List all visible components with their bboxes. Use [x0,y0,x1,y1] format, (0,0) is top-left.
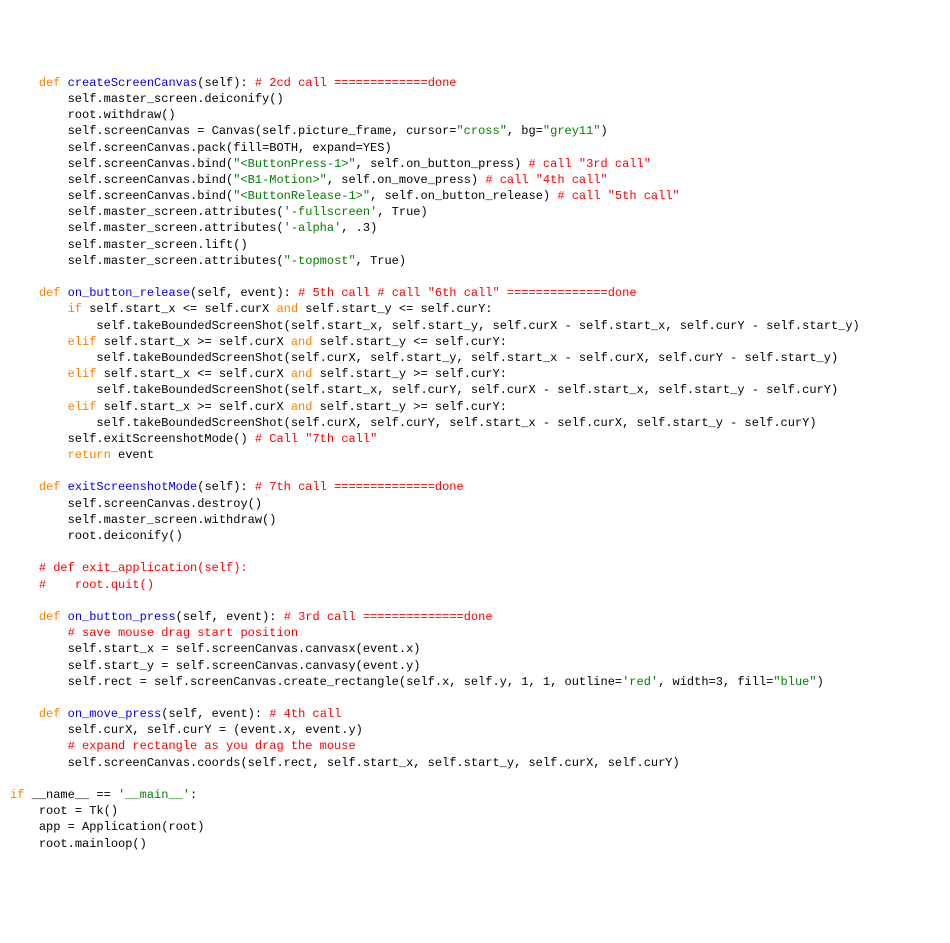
func-name: createScreenCanvas [68,76,198,90]
line: self.screenCanvas.bind("<ButtonRelease-1… [10,189,680,203]
code-block: def createScreenCanvas(self): # 2cd call… [10,75,940,852]
line: self.master_screen.attributes('-alpha', … [10,221,377,235]
blank-line [10,464,17,478]
line: self.takeBoundedScreenShot(self.start_x,… [10,319,860,333]
blank-line [10,594,17,608]
blank-line [10,772,17,786]
line: elif self.start_x <= self.curX and self.… [10,367,507,381]
line: def on_move_press(self, event): # 4th ca… [10,707,341,721]
line: self.rect = self.screenCanvas.create_rec… [10,675,824,689]
comment: # 2cd call =============done [255,76,457,90]
line: if __name__ == '__main__': [10,788,197,802]
line: self.curX, self.curY = (event.x, event.y… [10,723,363,737]
line: self.screenCanvas = Canvas(self.picture_… [10,124,608,138]
line: self.screenCanvas.destroy() [10,497,262,511]
keyword-def: def [39,76,68,90]
line: root.mainloop() [10,837,147,851]
blank-line [10,691,17,705]
line: self.master_screen.attributes("-topmost"… [10,254,406,268]
line: app = Application(root) [10,820,204,834]
line: self.master_screen.deiconify() [10,92,284,106]
blank-line [10,545,17,559]
line: self.takeBoundedScreenShot(self.curX, se… [10,416,817,430]
line: root.withdraw() [10,108,176,122]
line: self.screenCanvas.pack(fill=BOTH, expand… [10,141,392,155]
line: def on_button_press(self, event): # 3rd … [10,610,493,624]
line: elif self.start_x >= self.curX and self.… [10,335,507,349]
line: self.master_screen.withdraw() [10,513,276,527]
line: def exitScreenshotMode(self): # 7th call… [10,480,464,494]
line: self.takeBoundedScreenShot(self.curX, se… [10,351,838,365]
params: (self): [197,76,255,90]
line: self.start_y = self.screenCanvas.canvasy… [10,659,420,673]
line: self.master_screen.lift() [10,238,248,252]
line: root.deiconify() [10,529,183,543]
line: if self.start_x <= self.curX and self.st… [10,302,493,316]
line: # root.quit() [10,578,154,592]
line: self.start_x = self.screenCanvas.canvasx… [10,642,420,656]
line: self.screenCanvas.coords(self.rect, self… [10,756,680,770]
line: # save mouse drag start position [10,626,298,640]
line: self.master_screen.attributes('-fullscre… [10,205,428,219]
line: def on_button_release(self, event): # 5t… [10,286,637,300]
line: elif self.start_x >= self.curX and self.… [10,400,507,414]
line: self.screenCanvas.bind("<ButtonPress-1>"… [10,157,651,171]
line: self.takeBoundedScreenShot(self.start_x,… [10,383,838,397]
line: # def exit_application(self): [10,561,248,575]
line: return event [10,448,154,462]
line: root = Tk() [10,804,118,818]
blank-line [10,270,17,284]
line: self.screenCanvas.bind("<B1-Motion>", se… [10,173,608,187]
line: self.exitScreenshotMode() # Call "7th ca… [10,432,377,446]
line: def createScreenCanvas(self): # 2cd call… [10,76,457,90]
line: # expand rectangle as you drag the mouse [10,739,356,753]
